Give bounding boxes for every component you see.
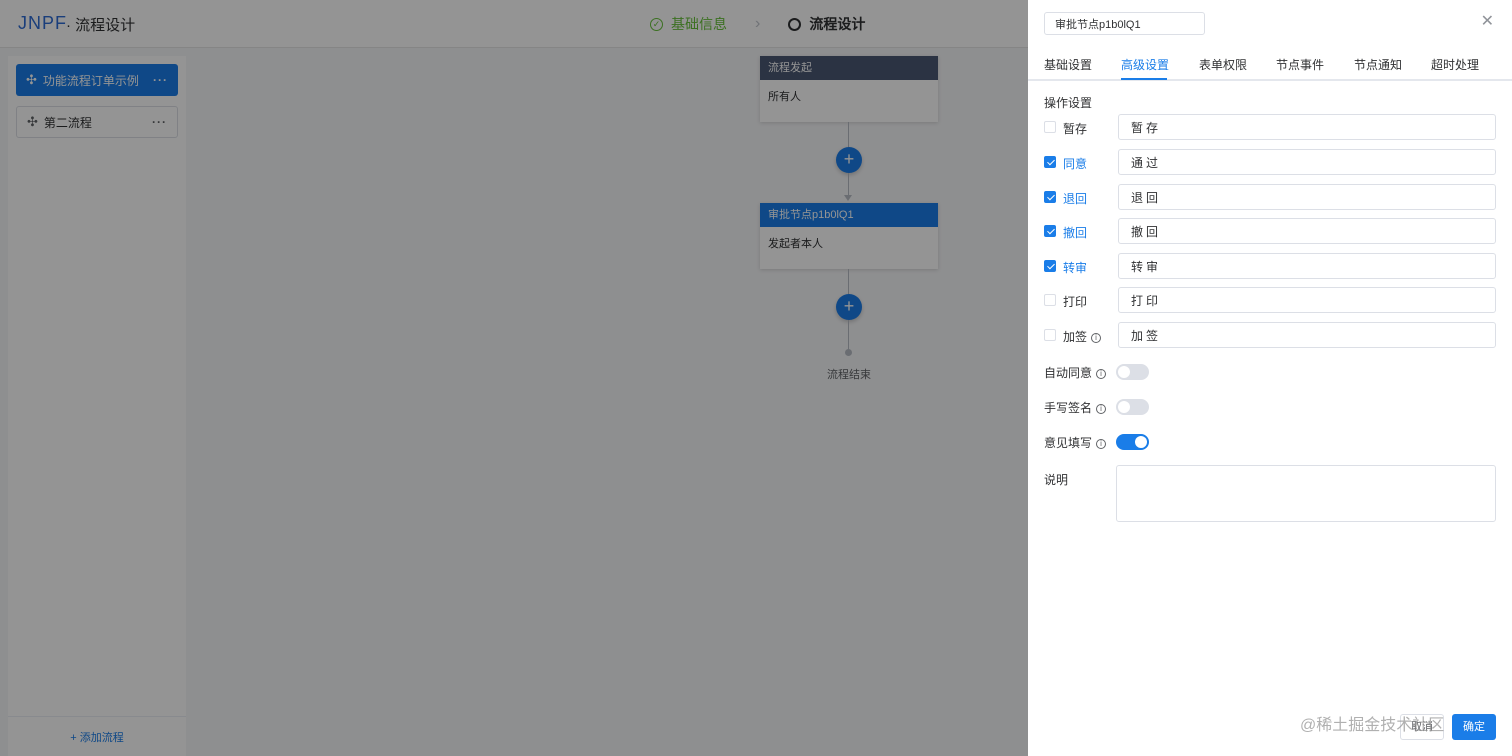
info-icon[interactable]: i bbox=[1096, 404, 1107, 414]
modal-overlay[interactable] bbox=[0, 0, 1028, 756]
operation-row-countersign: 加签 i bbox=[1044, 322, 1496, 348]
tab-active-indicator bbox=[1121, 78, 1167, 80]
operation-label: 同意 bbox=[1063, 157, 1088, 171]
operation-row-approve: 同意 bbox=[1044, 149, 1496, 175]
operation-label: 暂存 bbox=[1063, 122, 1088, 136]
operation-text-input[interactable] bbox=[1118, 218, 1496, 244]
tab-advanced[interactable]: 高级设置 bbox=[1121, 56, 1169, 73]
description-textarea[interactable] bbox=[1116, 465, 1496, 522]
checkbox[interactable] bbox=[1044, 156, 1056, 168]
tab-timeout[interactable]: 超时处理 bbox=[1431, 56, 1479, 73]
close-icon[interactable]: ✕ bbox=[1481, 14, 1494, 30]
checkbox[interactable] bbox=[1044, 191, 1056, 203]
switch-row-signature: 手写签名 i bbox=[1044, 397, 1244, 417]
operation-text-input[interactable] bbox=[1118, 114, 1496, 140]
watermark: @稀土掘金技术社区 bbox=[1300, 717, 1445, 734]
node-name-input[interactable] bbox=[1044, 12, 1205, 35]
operation-text-input[interactable] bbox=[1118, 184, 1496, 210]
switch-row-opinion: 意见填写 i bbox=[1044, 432, 1244, 452]
toggle-knob bbox=[1118, 366, 1130, 378]
operation-row-print: 打印 bbox=[1044, 287, 1496, 313]
tab-form-permission[interactable]: 表单权限 bbox=[1199, 56, 1247, 73]
opinion-fill-toggle[interactable] bbox=[1116, 434, 1149, 450]
checkbox[interactable] bbox=[1044, 260, 1056, 272]
operation-text-input[interactable] bbox=[1118, 253, 1496, 279]
toggle-knob bbox=[1135, 436, 1147, 448]
checkbox[interactable] bbox=[1044, 294, 1056, 306]
auto-approve-toggle[interactable] bbox=[1116, 364, 1149, 380]
switch-label-wrap: 手写签名 i bbox=[1044, 399, 1107, 416]
checkbox[interactable] bbox=[1044, 329, 1056, 341]
switch-row-auto-approve: 自动同意 i bbox=[1044, 362, 1244, 382]
handwritten-signature-toggle[interactable] bbox=[1116, 399, 1149, 415]
section-title: 操作设置 bbox=[1044, 96, 1093, 110]
switch-label: 手写签名 bbox=[1044, 401, 1093, 415]
operation-label: 撤回 bbox=[1063, 226, 1088, 240]
operation-text-input[interactable] bbox=[1118, 287, 1496, 313]
tab-basic[interactable]: 基础设置 bbox=[1044, 56, 1092, 73]
operation-label-wrap: 加签 i bbox=[1063, 328, 1102, 345]
operation-row-save: 暂存 bbox=[1044, 114, 1496, 140]
info-icon[interactable]: i bbox=[1096, 369, 1107, 379]
confirm-button[interactable]: 确定 bbox=[1452, 714, 1496, 740]
toggle-knob bbox=[1118, 401, 1130, 413]
switch-label-wrap: 自动同意 i bbox=[1044, 364, 1107, 381]
switch-label-wrap: 意见填写 i bbox=[1044, 434, 1107, 451]
operation-label: 加签 bbox=[1063, 330, 1088, 344]
checkbox[interactable] bbox=[1044, 121, 1056, 133]
operation-label: 打印 bbox=[1063, 295, 1088, 309]
operation-text-input[interactable] bbox=[1118, 322, 1496, 348]
operation-label: 退回 bbox=[1063, 192, 1088, 206]
checkbox[interactable] bbox=[1044, 225, 1056, 237]
tab-node-events[interactable]: 节点事件 bbox=[1276, 56, 1324, 73]
operation-label: 转审 bbox=[1063, 261, 1088, 275]
switch-label: 自动同意 bbox=[1044, 366, 1093, 380]
settings-tabs: 基础设置 高级设置 表单权限 节点事件 节点通知 超时处理 bbox=[1028, 48, 1512, 81]
node-settings-drawer: ✕ 基础设置 高级设置 表单权限 节点事件 节点通知 超时处理 操作设置 暂存 … bbox=[1028, 0, 1512, 756]
tab-node-notify[interactable]: 节点通知 bbox=[1354, 56, 1402, 73]
operation-row-reject: 退回 bbox=[1044, 184, 1496, 210]
info-icon[interactable]: i bbox=[1091, 333, 1102, 343]
switch-label: 意见填写 bbox=[1044, 436, 1093, 450]
operation-row-transfer: 转审 bbox=[1044, 253, 1496, 279]
operation-row-withdraw: 撤回 bbox=[1044, 218, 1496, 244]
info-icon[interactable]: i bbox=[1096, 439, 1107, 449]
operation-text-input[interactable] bbox=[1118, 149, 1496, 175]
description-label: 说明 bbox=[1044, 473, 1069, 487]
